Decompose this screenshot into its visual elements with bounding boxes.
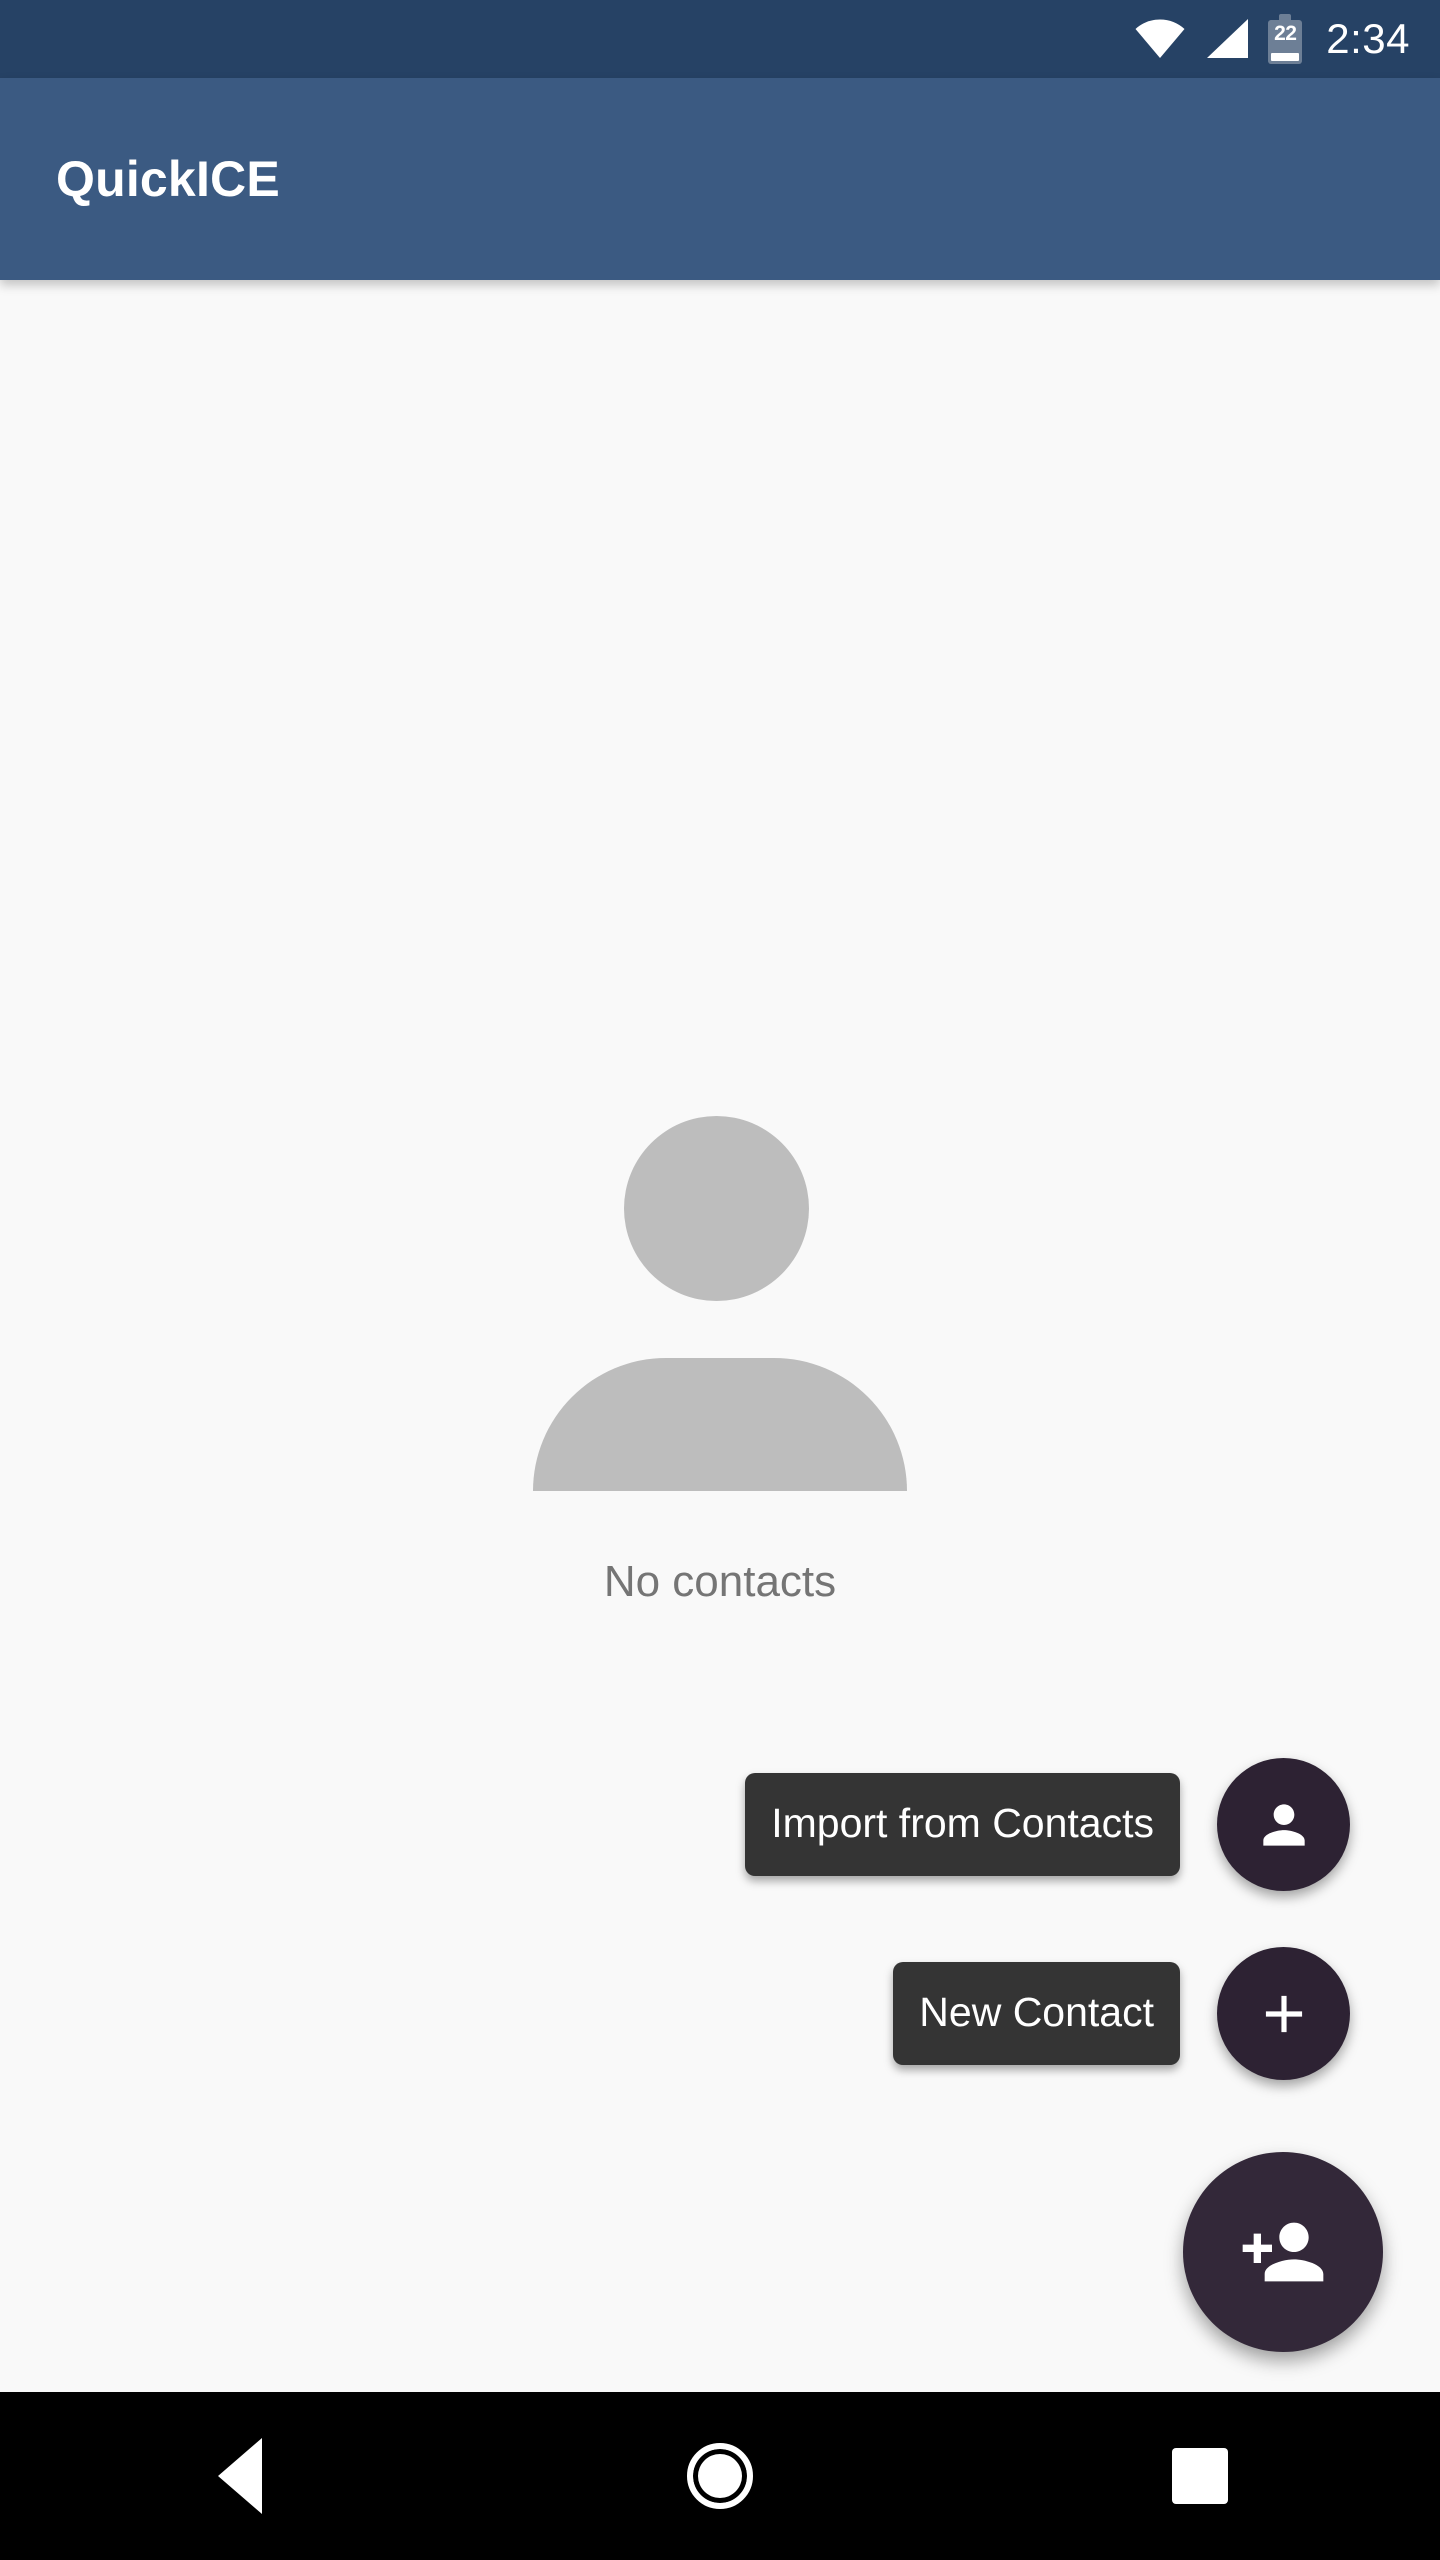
person-add-icon xyxy=(1242,2222,1324,2282)
plus-icon xyxy=(1265,1995,1302,2032)
speed-dial-action-import[interactable]: Import from Contacts xyxy=(745,1758,1350,1891)
import-from-contacts-fab[interactable] xyxy=(1217,1758,1350,1891)
battery-level-text: 22 xyxy=(1274,22,1297,45)
wifi-icon xyxy=(1135,19,1185,58)
nav-home-button[interactable] xyxy=(620,2392,820,2560)
status-bar: 22 2:34 xyxy=(0,0,1440,78)
speed-dial-action-new-contact[interactable]: New Contact xyxy=(893,1947,1350,2080)
speed-dial-label-new-contact[interactable]: New Contact xyxy=(893,1962,1180,2065)
person-icon xyxy=(1262,1803,1305,1846)
content-area: No contacts Import from Contacts New Con… xyxy=(0,280,1440,2392)
android-screen: 22 2:34 QuickICE No contacts Import from… xyxy=(0,0,1440,2560)
cellular-signal-icon xyxy=(1207,19,1249,58)
circle-home-icon xyxy=(687,2443,753,2509)
app-bar-title: QuickICE xyxy=(56,151,280,207)
nav-recents-button[interactable] xyxy=(1100,2392,1300,2560)
battery-fill xyxy=(1271,53,1300,61)
triangle-back-icon xyxy=(218,2438,262,2514)
person-placeholder-head xyxy=(624,1116,809,1301)
battery-icon: 22 xyxy=(1268,14,1303,64)
person-placeholder-body-shape xyxy=(533,1358,907,1491)
system-navigation-bar xyxy=(0,2392,1440,2560)
new-contact-fab[interactable] xyxy=(1217,1947,1350,2080)
status-bar-clock: 2:34 xyxy=(1326,15,1410,62)
app-bar: QuickICE xyxy=(0,78,1440,280)
nav-back-button[interactable] xyxy=(140,2392,340,2560)
status-bar-icons: 22 2:34 xyxy=(1134,14,1440,64)
empty-state-message: No contacts xyxy=(603,1557,837,1606)
add-contact-fab[interactable] xyxy=(1183,2152,1383,2352)
square-recents-icon xyxy=(1172,2448,1228,2504)
person-placeholder-icon xyxy=(533,1116,907,1491)
speed-dial-label-import[interactable]: Import from Contacts xyxy=(745,1773,1180,1876)
